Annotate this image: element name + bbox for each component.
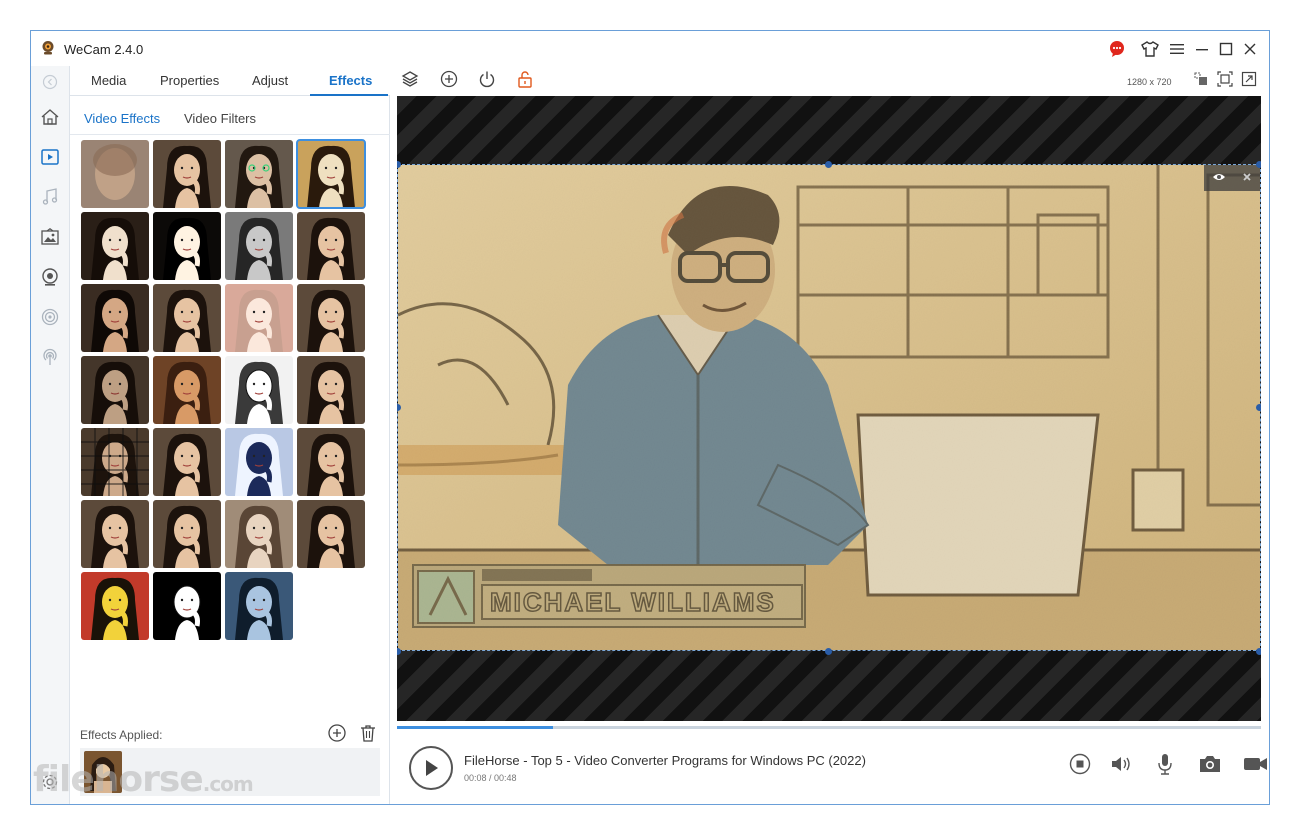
app-logo-icon xyxy=(40,40,56,56)
effect-thumbnail-normal[interactable] xyxy=(153,284,221,352)
effect-thumbnail-dark[interactable] xyxy=(81,284,149,352)
effect-thumbnail-faded[interactable] xyxy=(225,500,293,568)
effect-thumbnail-sepia[interactable] xyxy=(153,356,221,424)
camera-icon xyxy=(1200,756,1220,772)
watermark-text: filehorse xyxy=(33,759,204,800)
snapshot-mode-icon[interactable] xyxy=(1191,69,1211,89)
effect-thumbnail-noise[interactable] xyxy=(81,356,149,424)
effects-applied-label: Effects Applied: xyxy=(80,728,163,742)
watermark-suffix: .com xyxy=(202,772,254,796)
volume-icon xyxy=(1112,757,1130,771)
broadcast-icon[interactable] xyxy=(39,346,61,368)
subtab-divider xyxy=(70,134,390,135)
video-layer[interactable]: MICHAEL WILLIAMS xyxy=(397,164,1261,651)
play-icon xyxy=(426,760,438,776)
effect-thumbnail-negative[interactable] xyxy=(225,428,293,496)
effect-thumbnail-sketch-selected[interactable] xyxy=(296,139,366,209)
effect-thumbnail-dark-vignette[interactable] xyxy=(81,212,149,280)
app-title: WeCam 2.4.0 xyxy=(64,42,144,57)
subtab-video-effects[interactable]: Video Effects xyxy=(84,111,160,126)
subtab-video-filters[interactable]: Video Filters xyxy=(184,111,256,126)
tab-media[interactable]: Media xyxy=(91,73,126,88)
stop-icon xyxy=(1069,753,1091,775)
music-icon[interactable] xyxy=(39,186,61,208)
close-icon[interactable] xyxy=(1239,38,1261,60)
effect-thumbnail-normal[interactable] xyxy=(297,428,365,496)
filehorse-watermark: filehorse.com xyxy=(33,759,254,800)
media-title: FileHorse - Top 5 - Video Converter Prog… xyxy=(464,753,866,768)
video-record-icon xyxy=(1244,758,1267,770)
layers-icon[interactable] xyxy=(400,69,420,89)
app-window: WeCam 2.4.0 Media Properties Adjust Effe… xyxy=(30,30,1270,805)
record-button[interactable] xyxy=(1243,751,1269,777)
maximize-icon[interactable] xyxy=(1215,38,1237,60)
tab-adjust[interactable]: Adjust xyxy=(252,73,288,88)
effect-thumbnail-normal[interactable] xyxy=(297,284,365,352)
resize-handle-top-right[interactable] xyxy=(1256,161,1261,168)
fullscreen-icon[interactable] xyxy=(1239,69,1259,89)
effect-thumbnail-pop-art[interactable] xyxy=(81,572,149,640)
add-effect-icon[interactable] xyxy=(327,723,347,743)
layer-controls xyxy=(1204,165,1260,191)
unlock-icon[interactable] xyxy=(515,69,535,89)
effect-thumbnail-normal[interactable] xyxy=(297,500,365,568)
effect-thumbnail-pencil-bw[interactable] xyxy=(225,356,293,424)
effect-thumbnail-blur[interactable] xyxy=(81,140,149,208)
remove-layer-icon[interactable] xyxy=(1242,171,1252,185)
volume-button[interactable] xyxy=(1109,751,1135,777)
stop-button[interactable] xyxy=(1067,751,1093,777)
effect-thumbnail-normal[interactable] xyxy=(153,428,221,496)
visibility-icon[interactable] xyxy=(1212,171,1226,185)
media-time: 00:08 / 00:48 xyxy=(464,773,517,783)
resize-handle-bottom-right[interactable] xyxy=(1256,648,1261,655)
back-icon[interactable] xyxy=(39,71,61,93)
effect-thumbnail-cool-tone[interactable] xyxy=(225,572,293,640)
effect-thumbnail-grid[interactable] xyxy=(81,428,149,496)
resize-handle-right[interactable] xyxy=(1256,404,1261,411)
tab-properties[interactable]: Properties xyxy=(160,73,219,88)
image-icon[interactable] xyxy=(39,226,61,248)
effect-thumbnail-normal[interactable] xyxy=(153,140,221,208)
delete-effect-icon[interactable] xyxy=(358,723,378,743)
effect-thumbnail-normal[interactable] xyxy=(297,212,365,280)
effect-thumbnail-high-contrast[interactable] xyxy=(153,212,221,280)
snapshot-button[interactable] xyxy=(1197,751,1223,777)
resolution-label: 1280 x 720 xyxy=(1127,77,1172,87)
effects-panel: Video Effects Video Filters Effects Appl… xyxy=(70,96,390,804)
resize-handle-bottom[interactable] xyxy=(825,648,832,655)
side-navigation xyxy=(31,66,70,804)
effect-thumbnail-normal[interactable] xyxy=(81,500,149,568)
resize-handle-top[interactable] xyxy=(825,161,832,168)
fit-screen-icon[interactable] xyxy=(1215,69,1235,89)
video-preview[interactable]: MICHAEL WILLIAMS xyxy=(397,96,1261,721)
microphone-icon xyxy=(1158,754,1172,775)
power-icon[interactable] xyxy=(477,69,497,89)
skin-icon[interactable] xyxy=(1139,38,1161,60)
title-bar: WeCam 2.4.0 xyxy=(31,31,1269,66)
add-icon[interactable] xyxy=(439,69,459,89)
menu-icon[interactable] xyxy=(1166,38,1188,60)
minimize-icon[interactable] xyxy=(1191,38,1213,60)
effect-thumbnail-face-detect[interactable] xyxy=(225,140,293,208)
effect-thumbnail-normal[interactable] xyxy=(153,500,221,568)
video-icon[interactable] xyxy=(39,146,61,168)
effect-thumbnail-light-leak[interactable] xyxy=(225,284,293,352)
microphone-button[interactable] xyxy=(1152,751,1178,777)
chat-icon[interactable] xyxy=(1106,38,1128,60)
effect-thumbnail-silhouette[interactable] xyxy=(153,572,221,640)
effect-thumbnail-normal[interactable] xyxy=(297,356,365,424)
video-frame: MICHAEL WILLIAMS xyxy=(398,165,1260,650)
effect-thumbnail-grayscale[interactable] xyxy=(225,212,293,280)
main-tabs: Media Properties Adjust Effects xyxy=(70,66,390,96)
screen-capture-icon[interactable] xyxy=(39,306,61,328)
player-controls: FileHorse - Top 5 - Video Converter Prog… xyxy=(397,729,1267,804)
home-icon[interactable] xyxy=(39,106,61,128)
tab-effects[interactable]: Effects xyxy=(329,73,372,88)
play-button[interactable] xyxy=(409,746,453,790)
webcam-icon[interactable] xyxy=(39,266,61,288)
